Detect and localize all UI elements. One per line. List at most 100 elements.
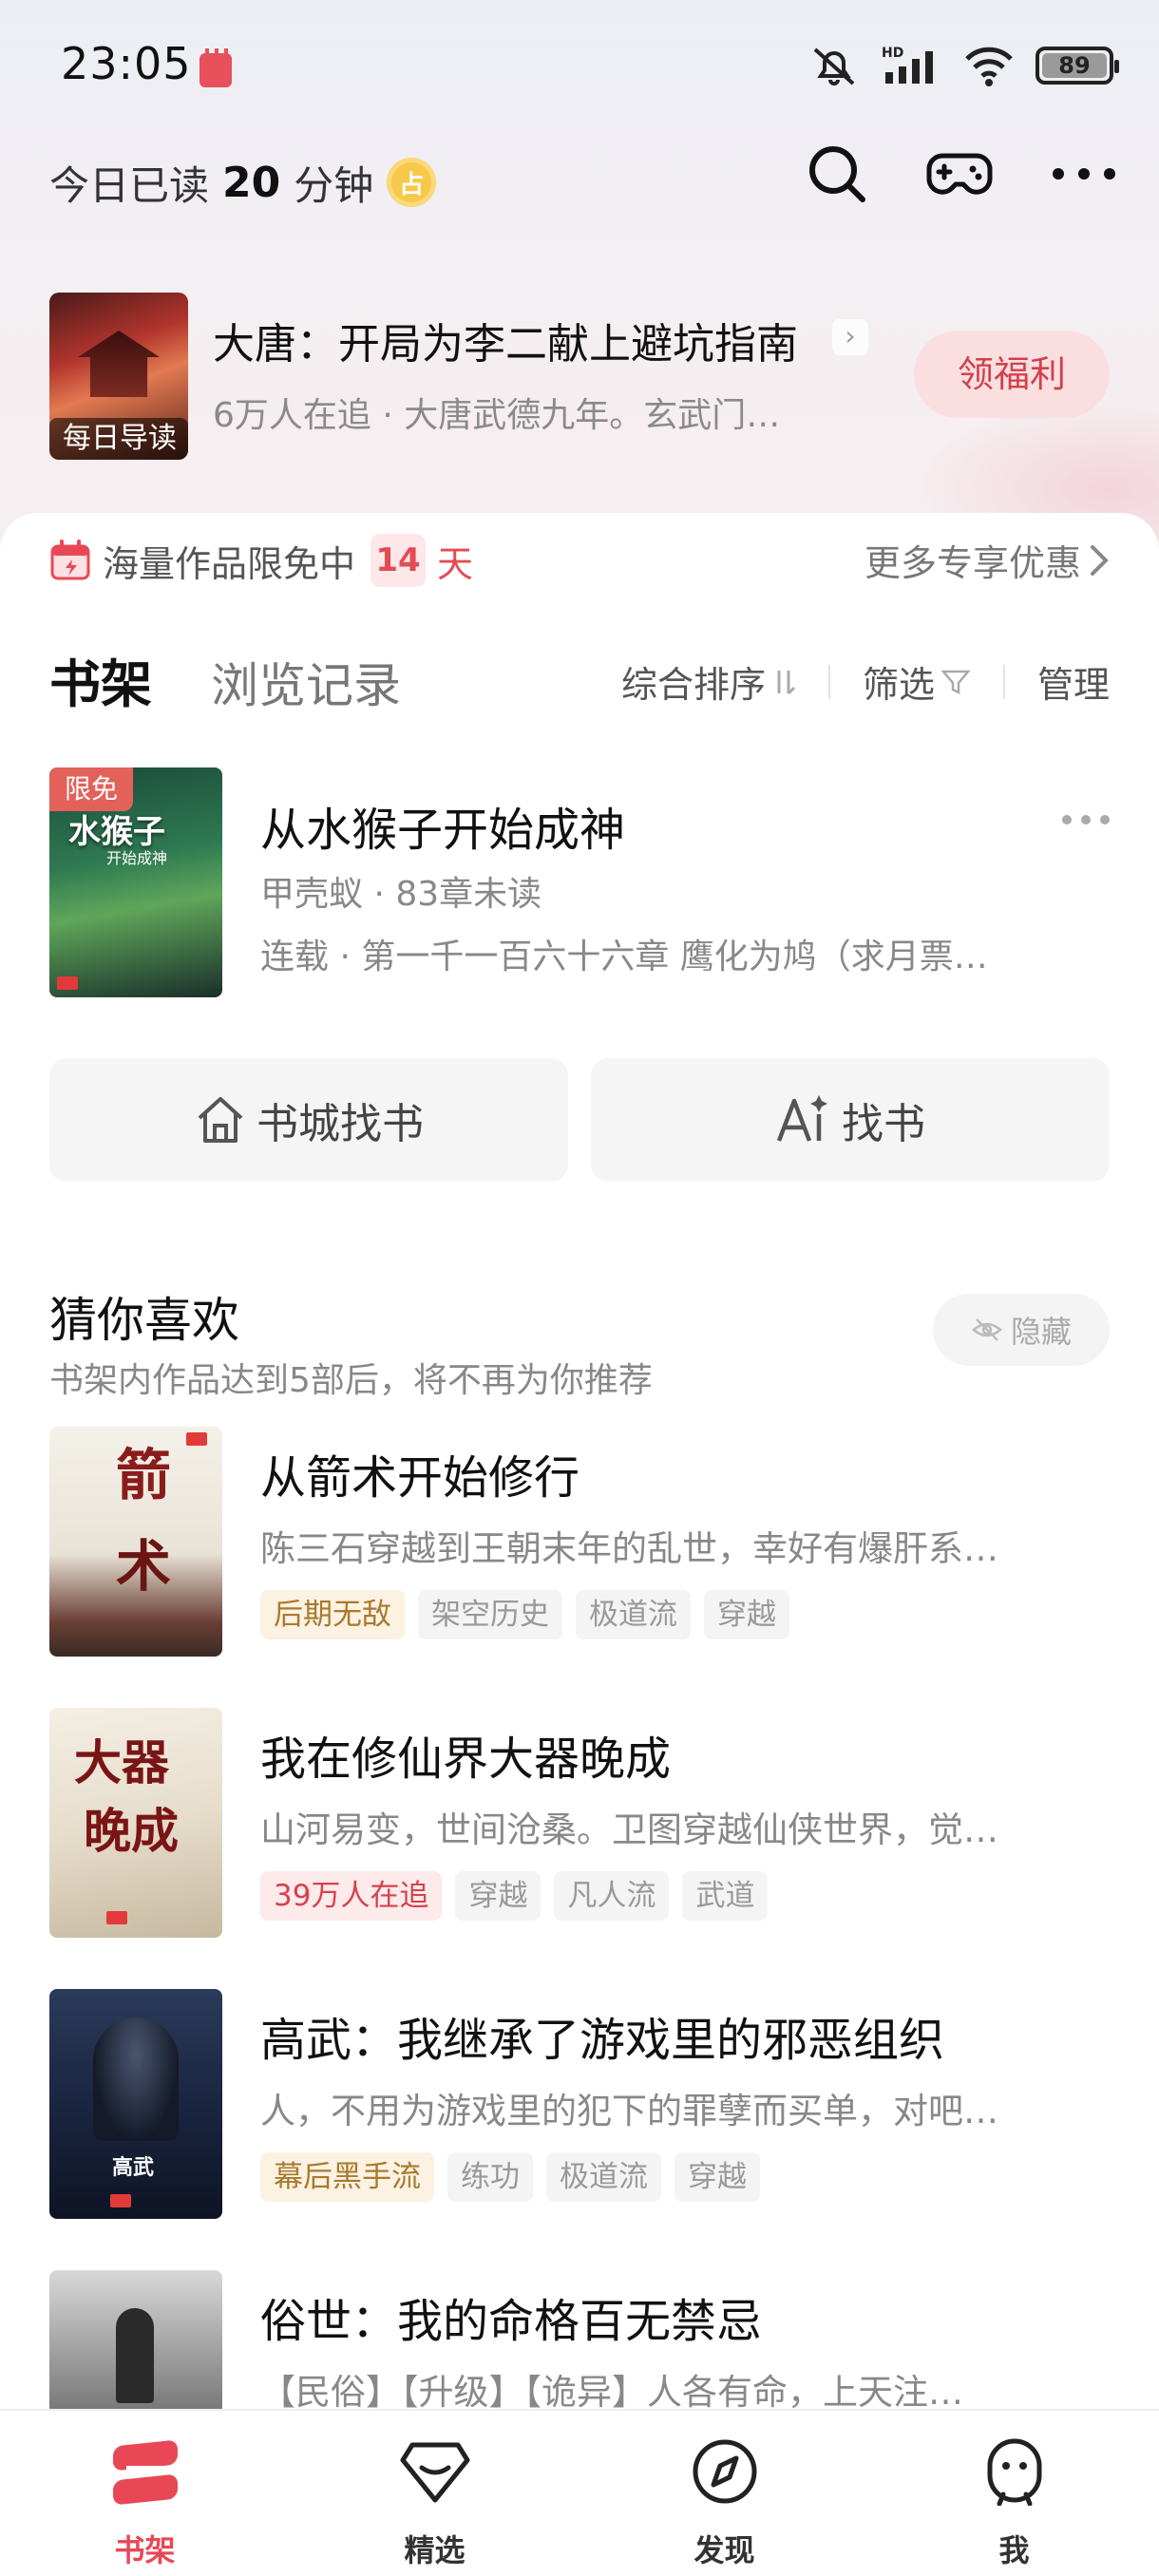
- book-title[interactable]: 从箭术开始修行: [260, 1440, 580, 1506]
- nav-featured[interactable]: 精选: [290, 2411, 580, 2576]
- book-tag[interactable]: 39万人在追: [260, 1871, 443, 1921]
- book-cover[interactable]: 高武: [49, 1989, 222, 2219]
- book-tag[interactable]: 极道流: [576, 1590, 691, 1639]
- bottom-navigation: 书架 精选 发现 我: [0, 2409, 1159, 2576]
- header-actions: [806, 142, 1117, 205]
- mute-icon: [813, 47, 855, 85]
- status-bar: 23:05 HD 89: [0, 0, 1159, 133]
- book-cover[interactable]: 水猴子 开始成神 限免: [49, 767, 222, 997]
- filter-icon: [940, 670, 971, 694]
- tab-history[interactable]: 浏览记录: [211, 648, 401, 716]
- manage-button[interactable]: 管理: [1037, 655, 1110, 708]
- book-tag[interactable]: 穿越: [704, 1590, 789, 1639]
- more-icon[interactable]: [1062, 815, 1110, 824]
- nav-bookshelf[interactable]: 书架: [0, 2411, 290, 2576]
- reading-time-minutes: 20: [222, 158, 281, 207]
- daily-guide-subtitle: 6万人在追 · 大唐武德九年。玄武门…: [213, 396, 781, 435]
- book-tag[interactable]: 幕后黑手流: [260, 2152, 434, 2202]
- book-latest-chapter: 连载 · 第一千一百六十六章 鹰化为鸠（求月票…: [260, 938, 988, 976]
- reading-time-unit: 分钟: [294, 161, 374, 209]
- book-tag[interactable]: 凡人流: [554, 1871, 670, 1921]
- more-deals-label: 更多专享优惠: [864, 542, 1081, 584]
- free-badge: 限免: [49, 767, 133, 811]
- more-deals-link[interactable]: 更多专享优惠: [864, 534, 1110, 586]
- book-tags: 后期无敌 架空历史 极道流 穿越: [260, 1590, 789, 1639]
- svg-text:HD: HD: [882, 46, 903, 61]
- book-tag[interactable]: 穿越: [455, 1871, 542, 1921]
- book-title[interactable]: 俗世：我的命格百无禁忌: [260, 2283, 762, 2350]
- coin-icon: [387, 158, 437, 207]
- reading-time-label: 今日已读: [49, 161, 210, 209]
- gamepad-icon[interactable]: [925, 142, 994, 205]
- book-description: 山河易变，世间沧桑。卫图穿越仙侠世界，觉…: [260, 1809, 998, 1850]
- book-cover[interactable]: 大器 晚成: [49, 1708, 222, 1938]
- book-title[interactable]: 高武：我继承了游戏里的邪恶组织: [260, 2002, 944, 2069]
- ai-find-button[interactable]: 找书: [591, 1058, 1110, 1182]
- book-description: 人，不用为游戏里的犯下的罪孽而买单，对吧…: [260, 2091, 998, 2131]
- recommend-item[interactable]: 高武 高武：我继承了游戏里的邪恶组织 人，不用为游戏里的犯下的罪孽而买单，对吧……: [49, 1989, 1110, 2219]
- book-tag[interactable]: 架空历史: [418, 1590, 562, 1639]
- book-tag[interactable]: 穿越: [674, 2152, 760, 2202]
- book-cover[interactable]: 箭 术: [49, 1427, 222, 1657]
- book-title[interactable]: 从水猴子开始成神: [260, 792, 625, 859]
- calendar-icon: [50, 540, 90, 580]
- shelf-book-item[interactable]: 水猴子 开始成神 限免 从水猴子开始成神 甲壳蚁 · 83章未读 连载 · 第一…: [49, 767, 1110, 997]
- clock: 23:05: [61, 38, 192, 89]
- search-icon[interactable]: [806, 142, 868, 205]
- publisher-logo: [110, 2194, 131, 2207]
- book-tag[interactable]: 极道流: [546, 2152, 661, 2202]
- sort-button[interactable]: 综合排序: [621, 655, 796, 708]
- store-find-button[interactable]: 书城找书: [49, 1058, 568, 1182]
- more-icon[interactable]: [1051, 142, 1117, 205]
- battery-icon: 89: [1036, 47, 1119, 85]
- recommend-item[interactable]: 箭 术 从箭术开始修行 陈三石穿越到王朝末年的乱世，幸好有爆肝系… 后期无敌 架…: [49, 1427, 1110, 1657]
- book-tag[interactable]: 武道: [682, 1871, 769, 1921]
- chevron-right-icon: [1091, 544, 1109, 576]
- sort-label: 综合排序: [620, 664, 766, 706]
- ai-find-label: 找书: [842, 1100, 925, 1148]
- tab-bookshelf[interactable]: 书架: [49, 642, 152, 717]
- nav-me[interactable]: 我: [869, 2411, 1159, 2576]
- notification-icon: [200, 48, 232, 87]
- battery-level: 89: [1058, 52, 1091, 79]
- book-description: 【民俗】【升级】【诡异】人各有命，上天注…: [260, 2372, 963, 2413]
- filter-button[interactable]: 筛选: [863, 655, 971, 708]
- sort-bar: 综合排序 筛选 管理: [621, 655, 1110, 708]
- compass-icon: [693, 2439, 756, 2504]
- daily-guide[interactable]: 每日导读 大唐：开局为李二献上避坑指南 › 6万人在追 · 大唐武德九年。玄武门…: [49, 293, 1110, 460]
- free-promo[interactable]: 海量作品限免中 14 天: [49, 532, 473, 589]
- daily-guide-title[interactable]: 大唐：开局为李二献上避坑指南: [213, 310, 798, 370]
- recommend-item[interactable]: 大器 晚成 我在修仙界大器晚成 山河易变，世间沧桑。卫图穿越仙侠世界，觉… 39…: [49, 1708, 1110, 1938]
- welfare-button[interactable]: 领福利: [914, 331, 1110, 418]
- book-tag[interactable]: 练功: [447, 2152, 533, 2202]
- recommend-title: 猜你喜欢: [49, 1293, 239, 1348]
- book-tags: 幕后黑手流 练功 极道流 穿越: [260, 2152, 760, 2202]
- hide-recommend-button[interactable]: 隐藏: [933, 1294, 1110, 1366]
- book-tag[interactable]: 后期无敌: [260, 1590, 405, 1639]
- nav-me-label: 我: [998, 2532, 1030, 2568]
- filter-label: 筛选: [862, 664, 935, 706]
- hide-label: 隐藏: [1010, 1314, 1072, 1350]
- daily-guide-cover[interactable]: 每日导读: [49, 293, 188, 460]
- publisher-logo: [106, 1911, 127, 1924]
- eye-off-icon: [972, 1318, 1002, 1341]
- store-find-label: 书城找书: [256, 1100, 424, 1148]
- publisher-logo: [186, 1432, 207, 1446]
- book-author-progress: 甲壳蚁 · 83章未读: [260, 875, 542, 914]
- free-days-unit: 天: [437, 542, 474, 585]
- publisher-logo: [57, 976, 78, 990]
- divider: [1002, 664, 1005, 699]
- manage-label: 管理: [1036, 664, 1110, 706]
- book-title[interactable]: 我在修仙界大器晚成: [260, 1721, 671, 1788]
- chevron-right-icon[interactable]: ›: [832, 319, 868, 355]
- reading-time[interactable]: 今日已读 20 分钟: [49, 152, 437, 213]
- diamond-icon: [400, 2442, 469, 2503]
- nav-featured-label: 精选: [404, 2532, 466, 2568]
- sort-icon: [777, 670, 796, 694]
- wifi-icon: [965, 47, 1013, 86]
- nav-discover[interactable]: 发现: [580, 2411, 869, 2576]
- ai-icon: [776, 1095, 827, 1142]
- divider: [827, 664, 830, 699]
- nav-discover-label: 发现: [694, 2532, 755, 2568]
- free-promo-text: 海量作品限免中: [103, 542, 356, 585]
